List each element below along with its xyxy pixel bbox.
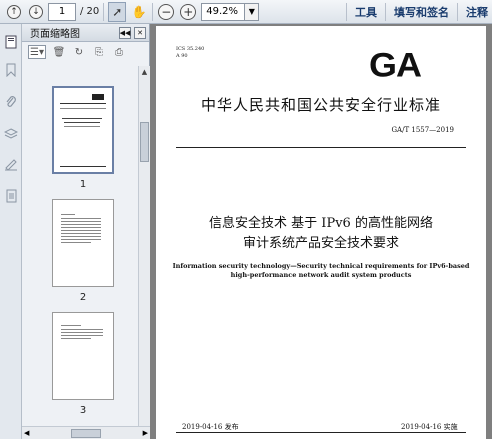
ga-logo: GA: [369, 45, 422, 84]
document-view[interactable]: ICS 35.240 A 90 GA 中华人民共和国公共安全行业标准 GA/T …: [150, 24, 492, 439]
thumbnail-label-1: 1: [79, 179, 87, 190]
cursor-icon: ➚: [112, 4, 123, 19]
ics-code: ICS 35.240: [176, 46, 205, 52]
thumb-line: [61, 332, 103, 333]
document-title-en: high-performance network audit system pr…: [230, 271, 412, 279]
thumbnail-list: 1 2 3: [22, 66, 138, 439]
thumbnail-vertical-scrollbar[interactable]: ▲: [138, 66, 150, 439]
page-number-input[interactable]: 1: [48, 2, 76, 21]
thumb-line: [61, 338, 91, 339]
scroll-right-icon[interactable]: ▶: [143, 429, 148, 437]
select-tool-button[interactable]: ➚: [108, 1, 127, 22]
thumb-line: [61, 325, 81, 326]
close-panel-button[interactable]: ✕: [134, 26, 146, 39]
arrow-up-icon: ↑: [7, 4, 21, 19]
thumb-line: [61, 230, 101, 231]
thumb-logo: [92, 94, 104, 100]
thumb-line: [61, 242, 91, 243]
rotate-page-icon[interactable]: ↻: [72, 45, 86, 59]
page-down-button[interactable]: ↓: [28, 2, 44, 22]
thumb-line: [61, 221, 101, 222]
thumb-line: [61, 218, 101, 219]
fill-sign-menu[interactable]: 填写和签名: [386, 0, 457, 24]
page-thumbnail-3[interactable]: [52, 312, 114, 400]
thumb-line: [64, 122, 100, 123]
document-title-cn: 审计系统产品安全技术要求: [242, 236, 399, 251]
thumb-line: [60, 108, 106, 109]
document-icon[interactable]: [4, 188, 18, 204]
document-page: ICS 35.240 A 90 GA 中华人民共和国公共安全行业标准 GA/T …: [156, 26, 486, 439]
thumb-line: [61, 329, 103, 330]
thumb-line: [62, 118, 102, 119]
zoom-in-button[interactable]: +: [179, 2, 197, 22]
collapse-panel-button[interactable]: ◀◀: [119, 26, 131, 39]
zoom-dropdown-button[interactable]: ▼: [245, 2, 260, 21]
page-thumbnail-2[interactable]: [52, 199, 114, 287]
thumb-line: [64, 126, 100, 127]
attachment-icon[interactable]: [4, 94, 18, 110]
header-rule: [176, 147, 466, 148]
thumb-line: [60, 103, 106, 104]
thumbnail-label-2: 2: [79, 292, 87, 303]
delete-page-icon[interactable]: 🗑: [52, 45, 66, 59]
bookmark-icon[interactable]: [4, 62, 18, 78]
zoom-input[interactable]: 49.2%: [201, 2, 246, 21]
scrollbar-thumb[interactable]: [140, 122, 149, 162]
zoom-out-button[interactable]: −: [157, 2, 175, 22]
navigation-rail: [0, 24, 22, 439]
document-title-cn: 信息安全技术 基于 IPv6 的高性能网络: [209, 216, 433, 231]
insert-page-icon[interactable]: ⎘: [92, 45, 106, 59]
signature-icon[interactable]: [4, 156, 18, 172]
hand-tool-button[interactable]: ✋: [130, 2, 148, 22]
minus-icon: −: [158, 3, 175, 20]
main-toolbar: ↑ ↓ 1 / 20 ➚ ✋ − + 49.2% ▼ 工具 填写和签名 注释: [0, 0, 492, 24]
page-thumbnail-1[interactable]: [52, 86, 114, 174]
tools-menu[interactable]: 工具: [347, 0, 385, 24]
thumbnail-panel-title: 页面缩略图: [30, 29, 80, 40]
thumb-line: [61, 233, 101, 234]
thumb-line: [60, 166, 106, 167]
thumbnail-toolbar: ☰▾ 🗑 ↻ ⎘ ⎙: [22, 42, 149, 62]
options-menu-icon[interactable]: ☰▾: [28, 45, 46, 59]
thumb-line: [61, 227, 101, 228]
ccs-code: A 90: [176, 53, 188, 59]
print-page-icon[interactable]: ⎙: [112, 45, 126, 59]
chevron-down-icon: ▼: [248, 7, 255, 16]
thumb-line: [61, 214, 75, 215]
layers-icon[interactable]: [4, 126, 18, 142]
plus-icon: +: [180, 3, 197, 20]
scroll-up-icon[interactable]: ▲: [139, 66, 150, 78]
standard-code: GA/T 1557—2019: [391, 126, 454, 134]
toolbar-divider: [152, 2, 154, 21]
hand-icon: ✋: [131, 4, 147, 19]
thumbnail-horizontal-scrollbar[interactable]: ◀ ▶: [22, 426, 150, 439]
publish-date: 2019-04-16 发布: [182, 423, 239, 431]
thumbnail-panel-header: 页面缩略图 ◀◀ ✕: [22, 24, 149, 42]
page-up-button[interactable]: ↑: [6, 2, 22, 22]
arrow-down-icon: ↓: [29, 4, 43, 19]
scroll-left-icon[interactable]: ◀: [24, 429, 29, 437]
page-total-label: / 20: [80, 6, 100, 17]
scrollbar-thumb[interactable]: [71, 428, 101, 438]
document-title-en: Information security technology—Security…: [172, 262, 470, 270]
thumb-line: [61, 224, 101, 225]
classification-codes: ICS 35.240 A 90: [176, 46, 204, 60]
page-thumbnails-icon[interactable]: [4, 34, 18, 50]
thumb-line: [61, 239, 101, 240]
thumb-line: [61, 236, 101, 237]
implement-date: 2019-04-16 实施: [401, 423, 458, 431]
toolbar-divider: [103, 2, 105, 21]
comment-menu[interactable]: 注释: [458, 0, 492, 24]
thumb-line: [61, 335, 103, 336]
thumbnail-panel: 页面缩略图 ◀◀ ✕ ☰▾ 🗑 ↻ ⎘ ⎙ 1 2 3 ▲: [22, 24, 150, 439]
footer-rule: [176, 432, 466, 433]
standard-title: 中华人民共和国公共安全行业标准: [200, 96, 441, 114]
thumbnail-label-3: 3: [79, 405, 87, 416]
